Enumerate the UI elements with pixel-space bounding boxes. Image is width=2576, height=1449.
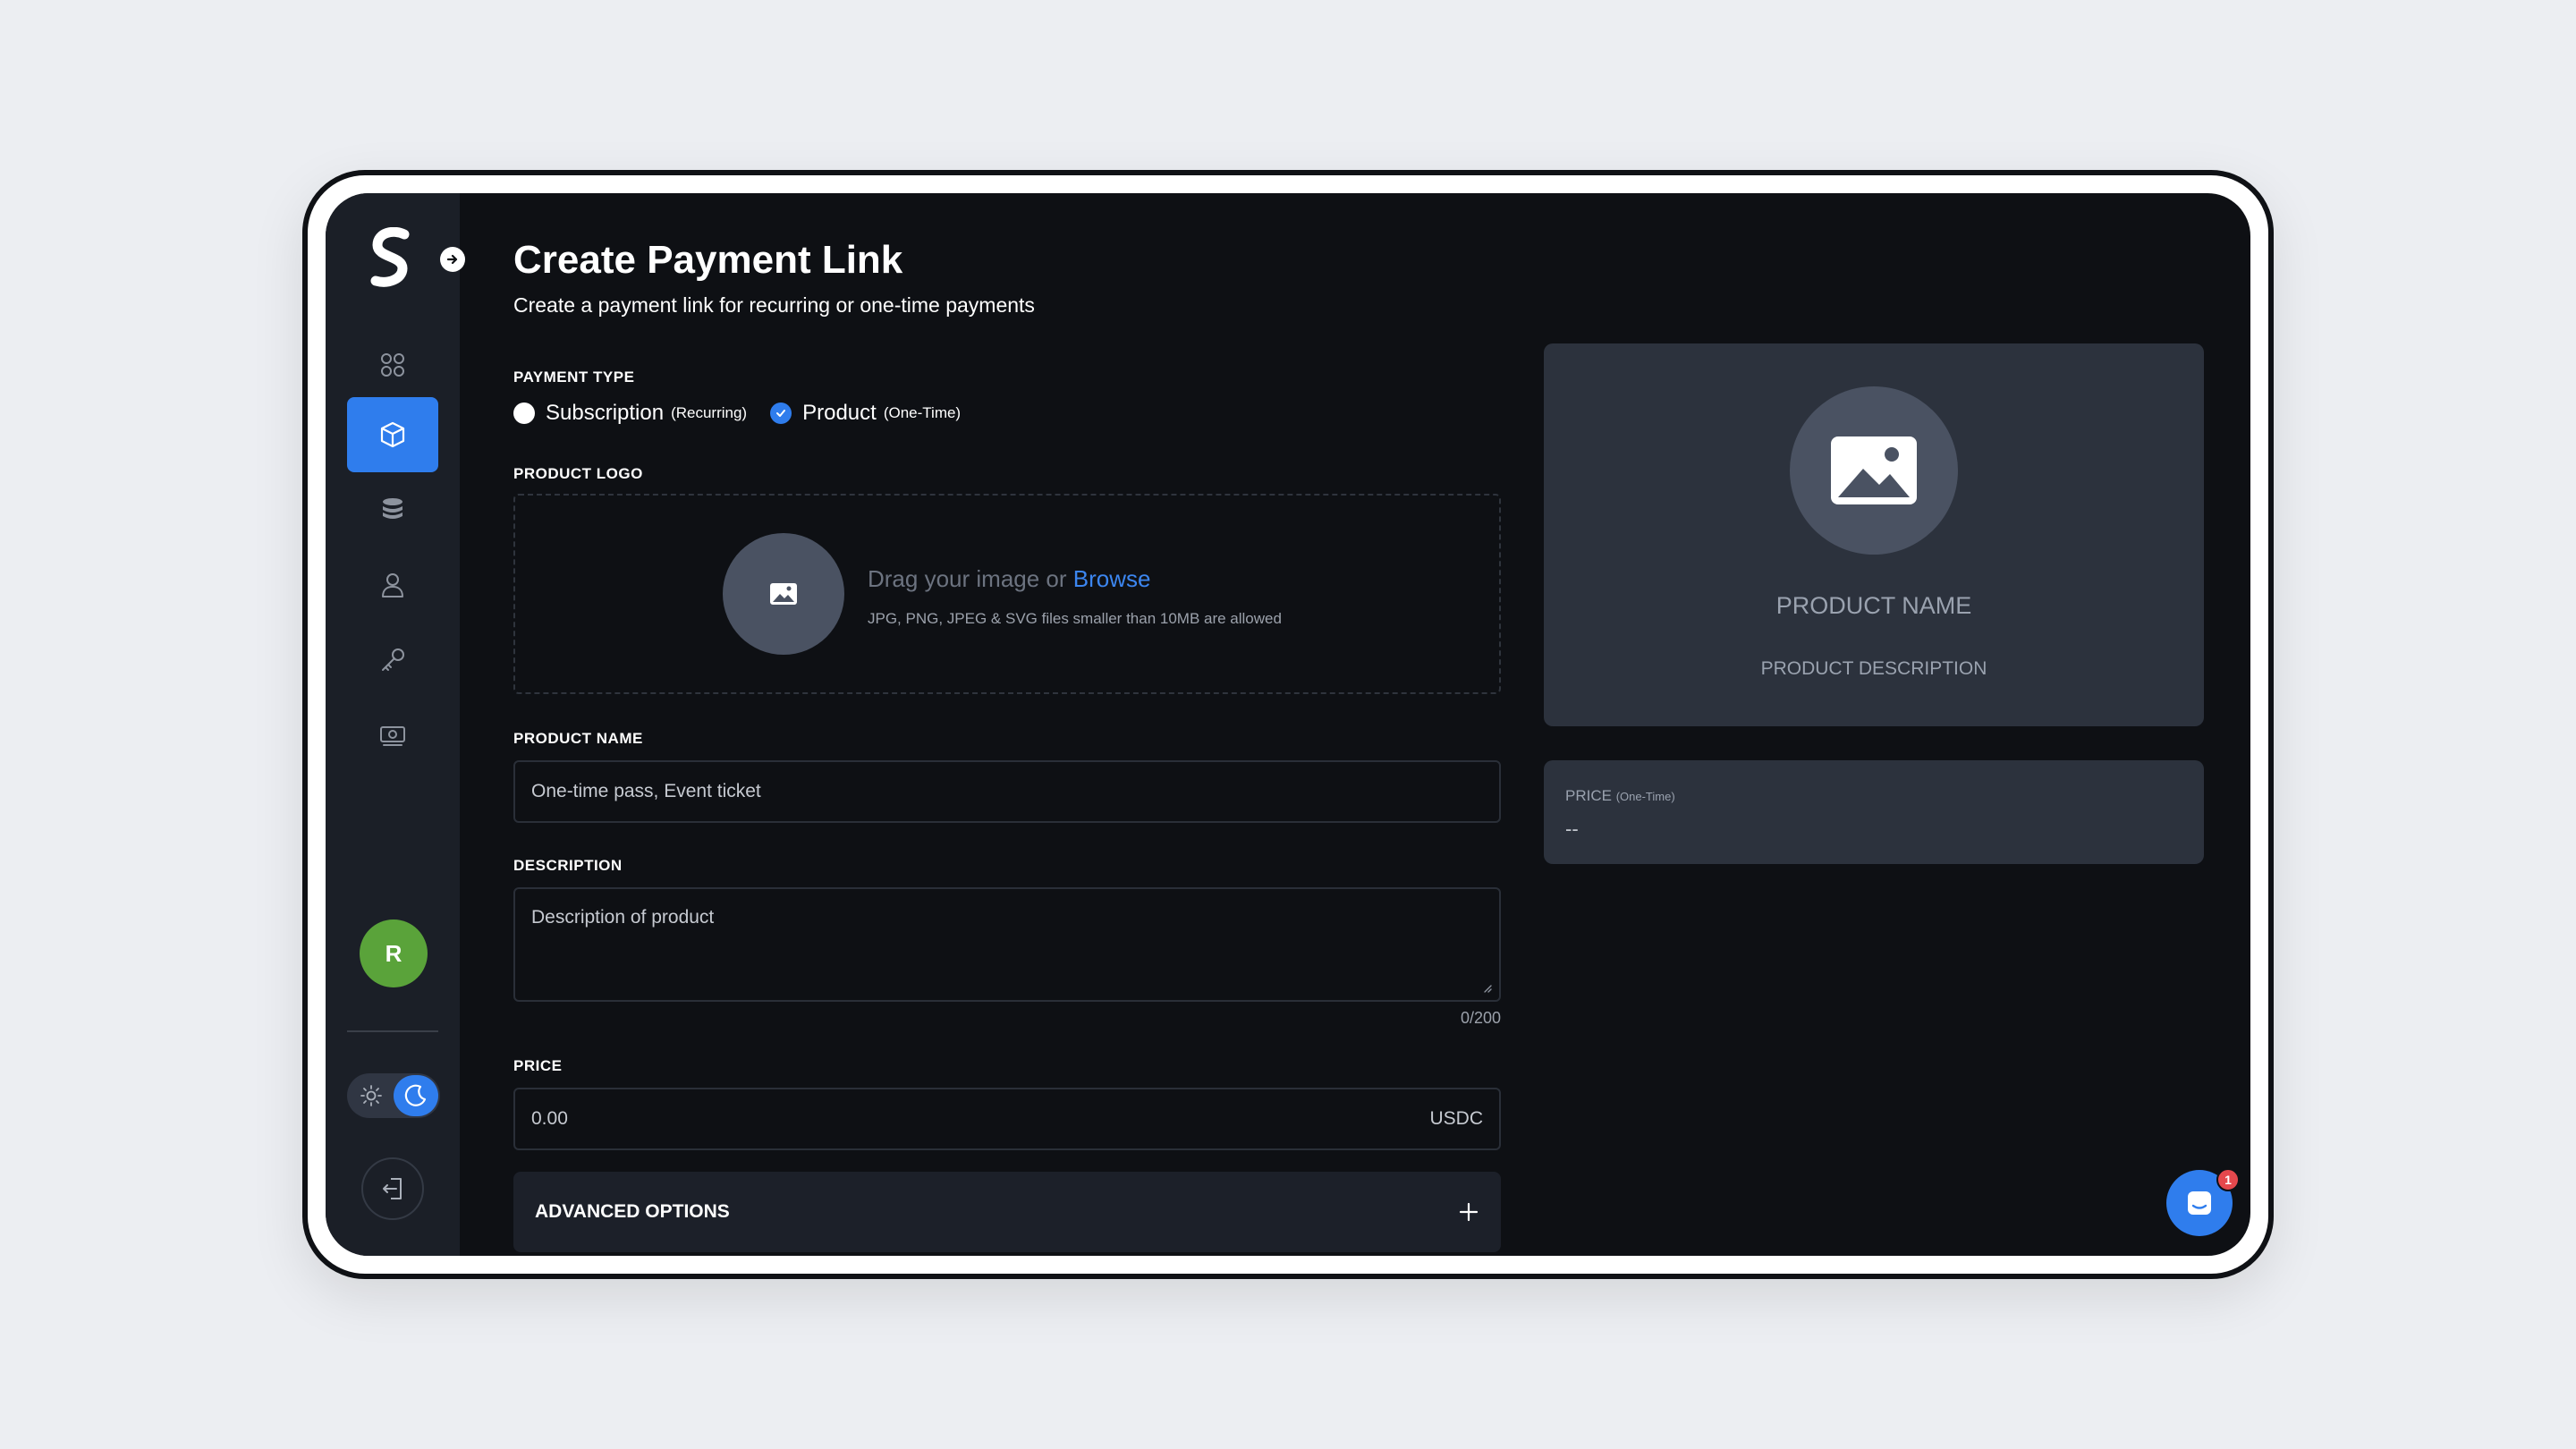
image-icon: [1831, 436, 1917, 504]
page-subtitle: Create a payment link for recurring or o…: [513, 293, 1035, 317]
sidebar: R: [326, 193, 465, 1256]
logo-dropzone[interactable]: Drag your image or Browse JPG, PNG, JPEG…: [513, 494, 1501, 694]
cube-icon: [380, 421, 405, 448]
dropzone-hint: JPG, PNG, JPEG & SVG files smaller than …: [868, 610, 1282, 627]
preview-price-sublabel: (One-Time): [1615, 790, 1675, 803]
avatar[interactable]: R: [360, 919, 428, 987]
radio-product[interactable]: Product (One-Time): [770, 401, 961, 426]
preview-price-label-text: PRICE: [1565, 787, 1612, 804]
nav-item-payouts[interactable]: [347, 698, 438, 773]
radio-subscription-sublabel: (Recurring): [671, 404, 748, 421]
radio-subscription-label: Subscription: [546, 401, 665, 425]
page-title: Create Payment Link: [513, 238, 903, 282]
product-name-placeholder: One-time pass, Event ticket: [531, 781, 761, 801]
radio-product-label: Product: [802, 401, 877, 425]
payment-type-radio-group: Subscription (Recurring) Product (One-Ti…: [513, 401, 984, 426]
key-icon: [382, 648, 404, 671]
browse-link[interactable]: Browse: [1073, 565, 1151, 592]
preview-price-value: --: [1565, 818, 1579, 840]
logout-icon: [383, 1178, 402, 1199]
plus-icon[interactable]: [1458, 1201, 1479, 1223]
product-name-input[interactable]: One-time pass, Event ticket: [513, 760, 1501, 823]
radio-checked-icon[interactable]: [770, 402, 792, 424]
price-label: PRICE: [513, 1057, 563, 1074]
light-mode-option[interactable]: [349, 1075, 394, 1116]
preview-image-placeholder: [1790, 386, 1958, 555]
user-icon: [382, 573, 403, 597]
theme-toggle[interactable]: [347, 1073, 440, 1118]
resize-grip-icon[interactable]: [1481, 982, 1492, 993]
preview-product-description: PRODUCT DESCRIPTION: [1760, 658, 1987, 679]
price-placeholder: 0.00: [531, 1108, 568, 1129]
logout-button[interactable]: [361, 1157, 424, 1220]
description-placeholder: Description of product: [531, 907, 715, 928]
nav-item-products[interactable]: [347, 397, 438, 472]
arrow-right-icon: [446, 254, 458, 265]
nav-item-api-keys[interactable]: [347, 623, 438, 698]
advanced-options-toggle[interactable]: ADVANCED OPTIONS: [513, 1172, 1501, 1252]
radio-subscription[interactable]: Subscription (Recurring): [513, 401, 747, 426]
advanced-options-label: ADVANCED OPTIONS: [535, 1201, 730, 1222]
product-preview-card: PRODUCT NAME PRODUCT DESCRIPTION: [1544, 343, 2204, 726]
logo-placeholder: [723, 533, 844, 655]
preview-price-label: PRICE (One-Time): [1565, 787, 1675, 805]
preview-price-card: PRICE (One-Time) --: [1544, 760, 2204, 864]
moon-icon: [404, 1084, 427, 1106]
description-char-counter: 0/200: [1460, 1009, 1501, 1027]
s-logo-icon[interactable]: [369, 227, 413, 290]
collapse-sidebar-button[interactable]: [440, 247, 465, 272]
radio-product-sublabel: (One-Time): [883, 404, 962, 421]
drag-text: Drag your image or: [868, 565, 1067, 592]
app-screen: R Create Payment Link Create a payment l…: [326, 193, 2250, 1256]
coins-stack-icon: [383, 498, 402, 519]
description-textarea[interactable]: Description of product: [513, 887, 1501, 1002]
product-name-label: PRODUCT NAME: [513, 730, 643, 747]
sun-icon: [360, 1085, 382, 1106]
chat-icon: [2188, 1191, 2211, 1215]
radio-unchecked-icon[interactable]: [513, 402, 535, 424]
sidebar-divider: [347, 1030, 438, 1032]
notification-badge: 1: [2216, 1168, 2240, 1191]
check-icon: [776, 410, 786, 417]
dark-mode-option[interactable]: [394, 1075, 438, 1116]
image-icon: [770, 583, 797, 605]
product-logo-label: PRODUCT LOGO: [513, 465, 643, 482]
nav-item-payments[interactable]: [347, 472, 438, 547]
preview-product-name: PRODUCT NAME: [1775, 592, 1972, 619]
price-input[interactable]: 0.00 USDC: [513, 1088, 1501, 1150]
money-icon: [380, 726, 405, 746]
description-label: DESCRIPTION: [513, 857, 623, 874]
currency-label: USDC: [1429, 1108, 1483, 1129]
nav-item-dashboard[interactable]: [347, 327, 438, 402]
dropzone-text: Drag your image or Browse: [868, 565, 1150, 593]
nav-item-customers[interactable]: [347, 547, 438, 623]
grid-icon: [381, 353, 404, 377]
device-frame: R Create Payment Link Create a payment l…: [302, 170, 2274, 1279]
payment-type-label: PAYMENT TYPE: [513, 369, 635, 386]
